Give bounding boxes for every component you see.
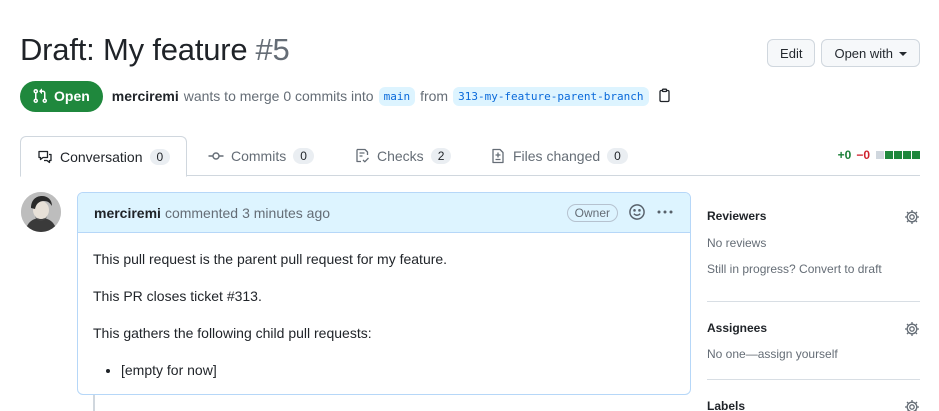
pr-title-text: Draft: My feature [20, 32, 248, 67]
pr-meta-row: Open merciremi wants to merge 0 commits … [20, 80, 673, 112]
timeline-line [93, 394, 95, 411]
sidebar-assignees: Assignees No one—assign yourself [707, 302, 920, 380]
merge-description: merciremi wants to merge 0 commits into … [112, 86, 673, 106]
state-label: Open [54, 88, 90, 104]
tab-commits[interactable]: Commits 0 [192, 136, 330, 176]
labels-gear-icon[interactable] [904, 399, 920, 411]
diff-additions: +0 [837, 148, 852, 162]
diff-block [912, 151, 920, 159]
assignees-gear-icon[interactable] [904, 321, 920, 342]
diff-blocks [876, 151, 920, 159]
caret-down-icon [899, 52, 907, 56]
comment-actions: Owner [566, 193, 674, 233]
merge-text: wants to merge 0 commits into [183, 88, 374, 104]
kebab-horizontal-icon[interactable] [656, 204, 674, 223]
diffstat: +0 −0 [838, 148, 920, 162]
title-row: Draft: My feature #5 Edit Open with [20, 30, 920, 74]
open-with-label: Open with [834, 45, 893, 61]
tab-counter: 0 [293, 148, 314, 164]
owner-badge: Owner [566, 204, 618, 222]
tab-conversation[interactable]: Conversation 0 [20, 136, 188, 177]
comment-body: This pull request is the parent pull req… [78, 233, 690, 394]
convert-to-draft-link[interactable]: Still in progress? Convert to draft [707, 262, 882, 276]
from-word: from [420, 88, 449, 104]
file-diff-icon [492, 148, 504, 164]
assignees-value[interactable]: No one—assign yourself [707, 347, 838, 361]
comment-paragraph: This gathers the following child pull re… [93, 325, 372, 341]
tab-label: Checks [377, 148, 424, 164]
comment-paragraph: This PR closes ticket #313. [93, 288, 262, 304]
edit-button[interactable]: Edit [767, 39, 816, 67]
author-link[interactable]: merciremi [112, 88, 179, 104]
sidebar-labels: Labels [707, 380, 920, 411]
comment-action: commented [164, 204, 239, 221]
pull-request-page: Draft: My feature #5 Edit Open with Open … [0, 0, 939, 411]
diff-block [876, 151, 884, 159]
diff-deletions: −0 [856, 148, 870, 162]
tab-label: Files changed [513, 148, 601, 164]
checklist-icon [356, 148, 369, 163]
reviewers-value: No reviews [707, 236, 767, 250]
state-badge: Open [20, 80, 103, 112]
smiley-icon[interactable] [628, 203, 646, 224]
tab-counter: 2 [430, 148, 452, 164]
copy-icon[interactable] [657, 88, 673, 104]
avatar-image [21, 192, 61, 232]
labels-title[interactable]: Labels [707, 399, 745, 411]
open-with-button[interactable]: Open with [821, 39, 920, 67]
git-pull-request-icon [33, 88, 48, 104]
diff-block [894, 151, 902, 159]
tab-counter: 0 [149, 148, 171, 165]
tab-label: Conversation [60, 148, 143, 165]
comment-discussion-icon [38, 150, 52, 163]
reviewers-title[interactable]: Reviewers [707, 209, 766, 223]
list-item: [empty for now] [121, 360, 675, 381]
comment-box: merciremi commented 3 minutes ago Owner [77, 192, 691, 395]
tab-label: Commits [231, 148, 287, 164]
assignees-title[interactable]: Assignees [707, 321, 767, 335]
comment-author[interactable]: merciremi [94, 205, 161, 221]
comment-header: merciremi commented 3 minutes ago Owner [78, 193, 690, 233]
comment-paragraph: This pull request is the parent pull req… [93, 251, 448, 267]
tab-counter: 0 [607, 148, 628, 164]
tab-files-changed[interactable]: Files changed 0 [474, 136, 644, 176]
diff-block [885, 151, 893, 159]
git-commit-icon [208, 152, 224, 160]
sidebar: Reviewers No reviews Still in progress? … [707, 192, 920, 411]
header-actions: Edit Open with [767, 39, 920, 67]
base-branch[interactable]: main [378, 86, 416, 106]
avatar[interactable] [21, 192, 61, 232]
pr-number: #5 [255, 32, 290, 67]
comment-list: [empty for now] [93, 360, 675, 381]
page-title: Draft: My feature #5 [20, 32, 290, 68]
head-branch[interactable]: 313-my-feature-parent-branch [453, 86, 649, 106]
reviewers-gear-icon[interactable] [904, 209, 920, 230]
comment-time[interactable]: 3 minutes ago [242, 205, 330, 221]
tab-checks[interactable]: Checks 2 [338, 136, 467, 176]
sidebar-reviewers: Reviewers No reviews Still in progress? … [707, 192, 920, 302]
pr-tabs: Conversation 0 Commits 0 Checks 2 Files … [20, 136, 920, 177]
diff-block [903, 151, 911, 159]
